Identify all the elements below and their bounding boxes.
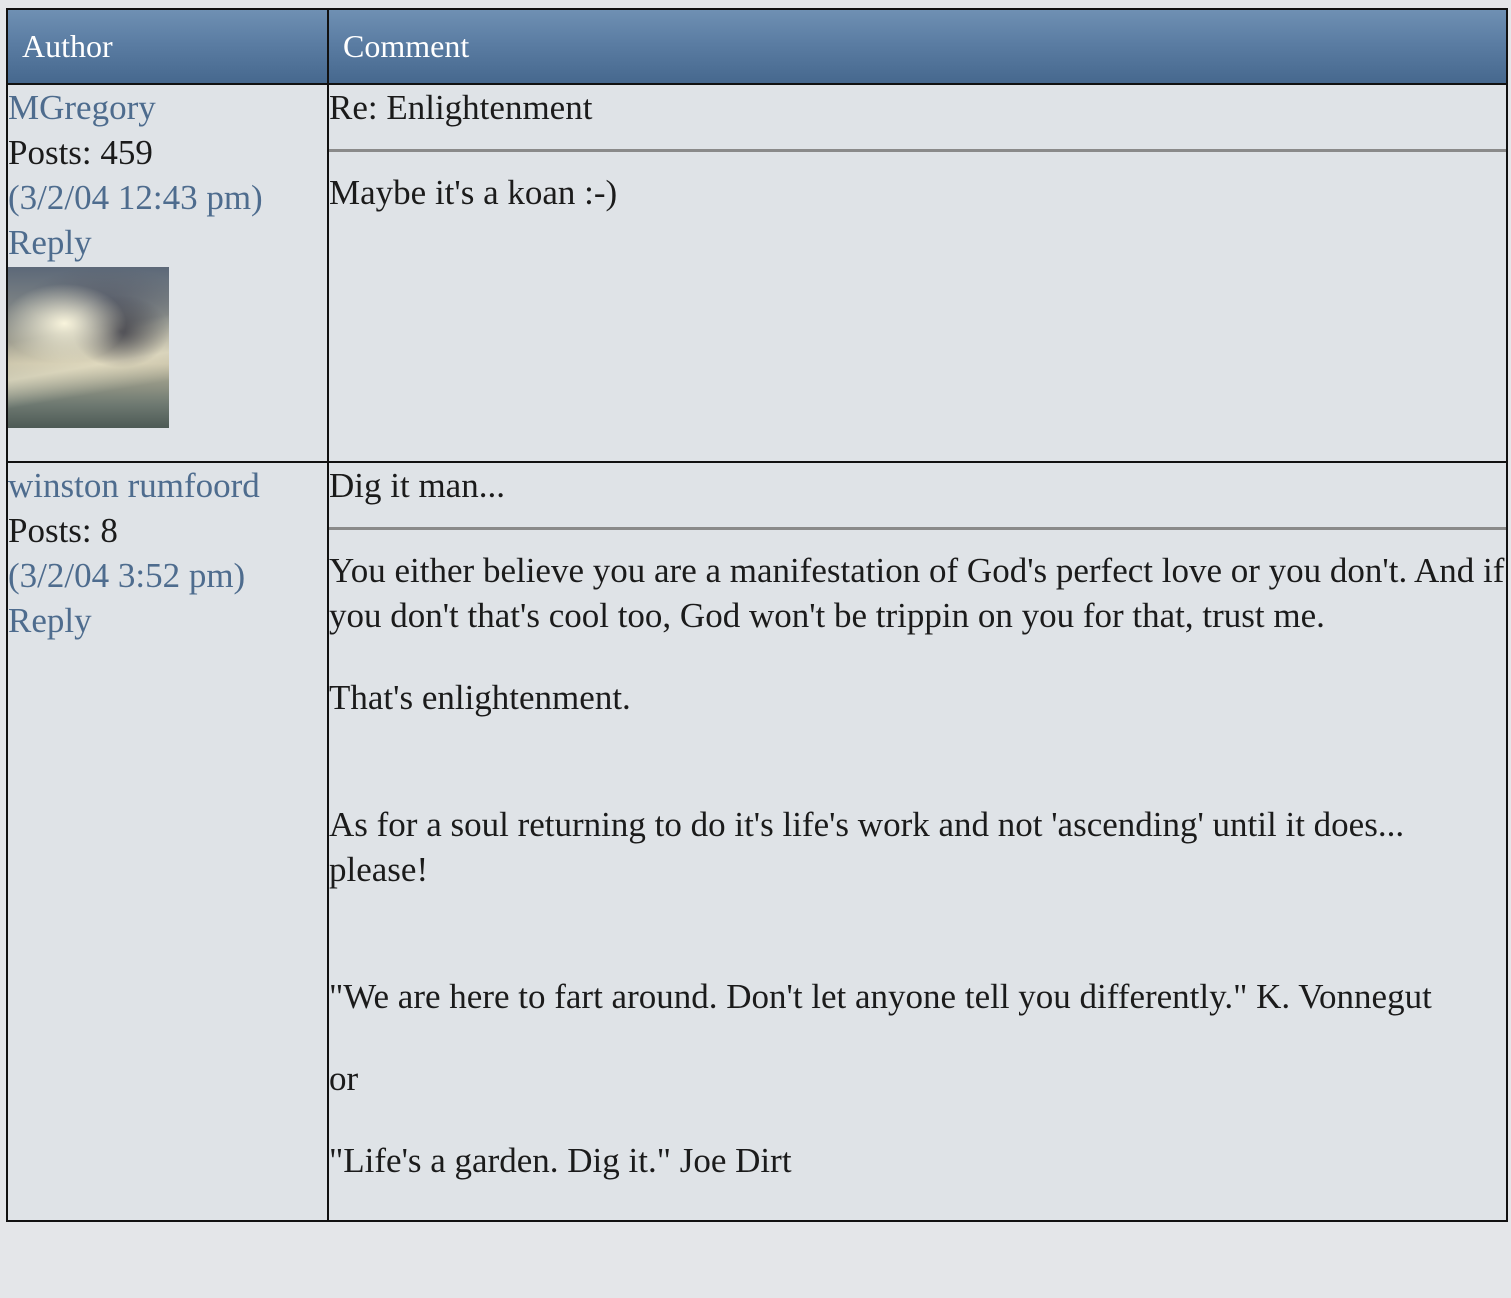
post-body-paragraph: You either believe you are a manifestati… — [329, 551, 1505, 635]
subject-divider — [329, 149, 1506, 152]
author-link[interactable]: winston rumfoord — [8, 463, 327, 508]
post-body-paragraph: As for a soul returning to do it's life'… — [329, 805, 1405, 889]
reply-link[interactable]: Reply — [8, 598, 327, 643]
comment-cell: Dig it man... You either believe you are… — [327, 461, 1508, 1222]
post-subject: Re: Enlightenment — [329, 88, 593, 127]
post-row: winston rumfoord Posts: 8 (3/2/04 3:52 p… — [6, 461, 1508, 1222]
post-count: Posts: 459 — [8, 133, 153, 172]
post-subject: Dig it man... — [329, 466, 505, 505]
author-cell: MGregory Posts: 459 (3/2/04 12:43 pm) Re… — [6, 83, 329, 463]
post-body-paragraph: Maybe it's a koan :-) — [329, 173, 618, 212]
author-cell: winston rumfoord Posts: 8 (3/2/04 3:52 p… — [6, 461, 329, 1222]
post-count: Posts: 8 — [8, 511, 118, 550]
avatar — [8, 267, 169, 428]
subject-divider — [329, 527, 1506, 530]
forum-thread-table: Author Comment MGregory Posts: 459 (3/2/… — [6, 8, 1508, 1222]
table-header-row: Author Comment — [6, 8, 1508, 85]
comment-column-header: Comment — [327, 8, 1508, 85]
post-timestamp-link[interactable]: (3/2/04 12:43 pm) — [8, 175, 327, 220]
post-body-paragraph: That's enlightenment. — [329, 678, 631, 717]
post-body-paragraph: "We are here to fart around. Don't let a… — [329, 977, 1432, 1016]
post-timestamp-link[interactable]: (3/2/04 3:52 pm) — [8, 553, 327, 598]
author-link[interactable]: MGregory — [8, 85, 327, 130]
post-body-paragraph: or — [329, 1059, 359, 1098]
post-body-paragraph: "Life's a garden. Dig it." Joe Dirt — [329, 1141, 792, 1180]
author-column-header: Author — [6, 8, 329, 85]
reply-link[interactable]: Reply — [8, 220, 327, 265]
post-row: MGregory Posts: 459 (3/2/04 12:43 pm) Re… — [6, 83, 1508, 463]
comment-cell: Re: Enlightenment Maybe it's a koan :-) — [327, 83, 1508, 463]
